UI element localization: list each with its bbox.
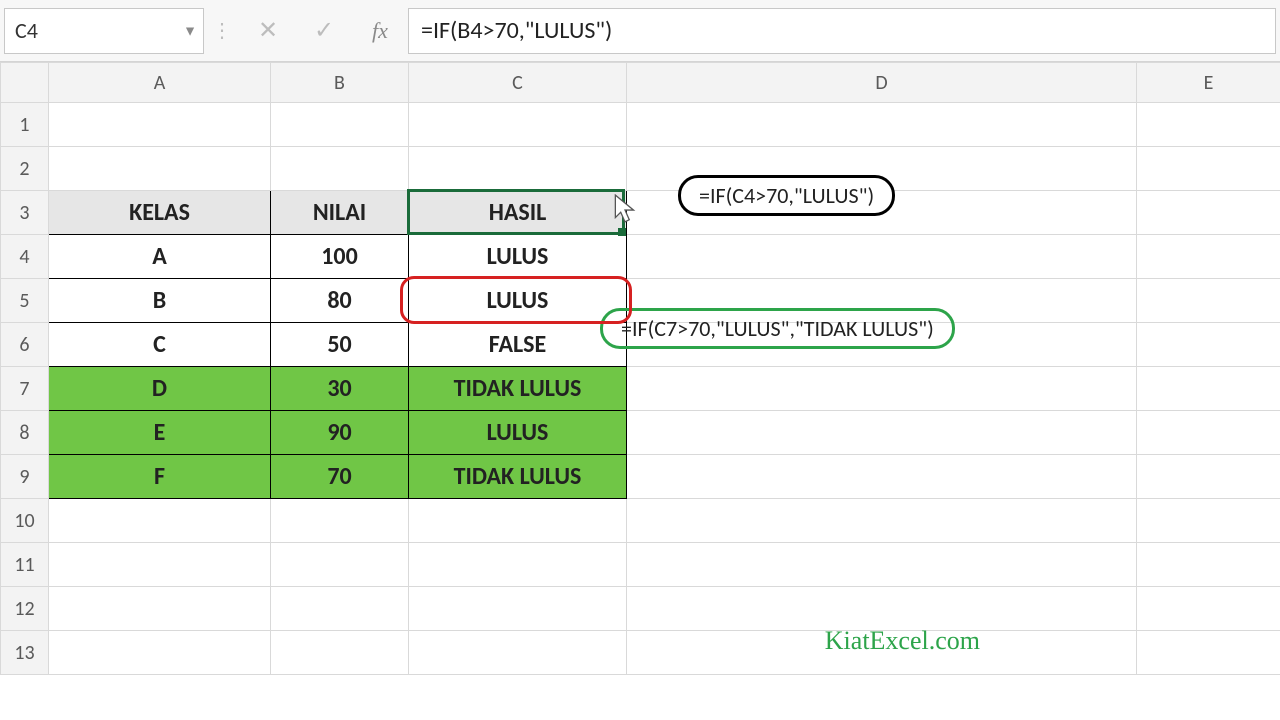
cell-kelas[interactable]: A (49, 235, 271, 279)
cell[interactable] (1137, 323, 1280, 367)
cell[interactable] (627, 587, 1137, 631)
cell[interactable] (1137, 191, 1280, 235)
watermark: KiatExcel.com (825, 626, 980, 656)
cell-hasil[interactable]: LULUS (409, 279, 627, 323)
cell[interactable] (627, 455, 1137, 499)
row-header[interactable]: 10 (1, 499, 49, 543)
cell-kelas[interactable]: F (49, 455, 271, 499)
spreadsheet-grid[interactable]: A B C D E 1 2 3 KELAS NILAI HASIL =IF(C4… (0, 62, 1280, 720)
cell-nilai[interactable]: 80 (271, 279, 409, 323)
cell-hasil[interactable]: FALSE (409, 323, 627, 367)
formula-text: =IF(B4>70,"LULUS") (421, 16, 612, 45)
cell[interactable] (1137, 587, 1280, 631)
cell-nilai[interactable]: 50 (271, 323, 409, 367)
dropdown-icon[interactable]: ▼ (183, 22, 197, 39)
cell[interactable] (271, 147, 409, 191)
row-header[interactable]: 9 (1, 455, 49, 499)
row-header[interactable]: 3 (1, 191, 49, 235)
cell[interactable] (49, 499, 271, 543)
cell[interactable] (627, 411, 1137, 455)
row-header[interactable]: 5 (1, 279, 49, 323)
col-header-D[interactable]: D (627, 63, 1137, 103)
cell-nilai[interactable]: 30 (271, 367, 409, 411)
row-header[interactable]: 11 (1, 543, 49, 587)
callout-formula-green: =IF(C7>70,"LULUS","TIDAK LULUS") (600, 308, 955, 349)
cell[interactable] (1137, 367, 1280, 411)
cell[interactable] (409, 543, 627, 587)
cell[interactable] (1137, 631, 1280, 675)
table-header-hasil[interactable]: HASIL (409, 191, 627, 235)
cell[interactable] (49, 631, 271, 675)
row-header[interactable]: 7 (1, 367, 49, 411)
cell[interactable] (271, 631, 409, 675)
cell[interactable] (409, 631, 627, 675)
col-header-A[interactable]: A (49, 63, 271, 103)
row-header[interactable]: 6 (1, 323, 49, 367)
cell-hasil[interactable]: LULUS (409, 235, 627, 279)
cell[interactable] (1137, 235, 1280, 279)
cell[interactable] (271, 543, 409, 587)
cell[interactable] (49, 587, 271, 631)
cell-nilai[interactable]: 70 (271, 455, 409, 499)
fx-icon[interactable]: fx (352, 18, 408, 44)
cancel-icon[interactable]: ✕ (240, 8, 296, 54)
table-header-kelas[interactable]: KELAS (49, 191, 271, 235)
cell[interactable] (1137, 499, 1280, 543)
cell[interactable] (49, 103, 271, 147)
cell[interactable] (49, 543, 271, 587)
cell-hasil[interactable]: TIDAK LULUS (409, 455, 627, 499)
cell-kelas[interactable]: B (49, 279, 271, 323)
row-header[interactable]: 13 (1, 631, 49, 675)
cell-kelas[interactable]: E (49, 411, 271, 455)
separator-icon: ⋮ (204, 18, 240, 43)
cell[interactable] (271, 587, 409, 631)
name-box-value: C4 (15, 17, 38, 44)
row-header[interactable]: 2 (1, 147, 49, 191)
cell-nilai[interactable]: 100 (271, 235, 409, 279)
cell[interactable] (409, 147, 627, 191)
name-box[interactable]: C4 ▼ (4, 8, 204, 54)
cell[interactable] (627, 235, 1137, 279)
row-header[interactable]: 4 (1, 235, 49, 279)
cell-hasil[interactable]: LULUS (409, 411, 627, 455)
cell-kelas[interactable]: D (49, 367, 271, 411)
col-header-C[interactable]: C (409, 63, 627, 103)
cell[interactable] (49, 147, 271, 191)
cell[interactable] (1137, 455, 1280, 499)
col-header-B[interactable]: B (271, 63, 409, 103)
cell[interactable] (271, 103, 409, 147)
cell[interactable] (1137, 279, 1280, 323)
cell[interactable] (627, 367, 1137, 411)
cell[interactable] (1137, 103, 1280, 147)
cell[interactable] (1137, 411, 1280, 455)
cell[interactable] (409, 587, 627, 631)
row-header[interactable]: 12 (1, 587, 49, 631)
cell[interactable] (409, 499, 627, 543)
select-all-corner[interactable] (1, 63, 49, 103)
enter-icon[interactable]: ✓ (296, 8, 352, 54)
col-header-E[interactable]: E (1137, 63, 1280, 103)
cell[interactable] (627, 543, 1137, 587)
callout-formula-black: =IF(C4>70,"LULUS") (678, 175, 895, 216)
formula-input[interactable]: =IF(B4>70,"LULUS") (408, 8, 1276, 54)
cell-hasil[interactable]: TIDAK LULUS (409, 367, 627, 411)
cell[interactable] (271, 499, 409, 543)
row-header[interactable]: 1 (1, 103, 49, 147)
cell[interactable] (1137, 543, 1280, 587)
cell[interactable] (409, 103, 627, 147)
cell-nilai[interactable]: 90 (271, 411, 409, 455)
cell[interactable] (627, 499, 1137, 543)
cell[interactable] (627, 103, 1137, 147)
cell[interactable] (1137, 147, 1280, 191)
row-header[interactable]: 8 (1, 411, 49, 455)
cell-kelas[interactable]: C (49, 323, 271, 367)
formula-bar: C4 ▼ ⋮ ✕ ✓ fx =IF(B4>70,"LULUS") (0, 0, 1280, 62)
table-header-nilai[interactable]: NILAI (271, 191, 409, 235)
